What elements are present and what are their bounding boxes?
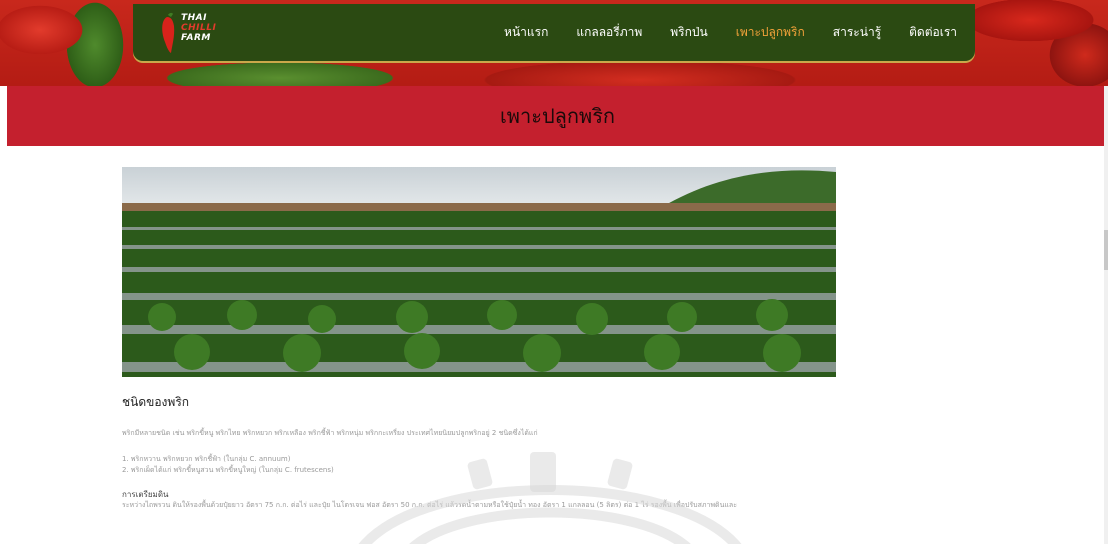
nav-contact[interactable]: ติดต่อเรา	[909, 23, 957, 41]
site-logo[interactable]: THAI CHILLI FARM	[159, 10, 239, 56]
page-scrollbar[interactable]	[1104, 86, 1108, 544]
nav-planting[interactable]: เพาะปลูกพริก	[736, 23, 805, 41]
main-menu: หน้าแรก แกลลอรี่ภาพ พริกป่น เพาะปลูกพริก…	[476, 23, 957, 41]
intro-paragraph: พริกมีหลายชนิด เช่น พริกขี้หนู พริกไทย พ…	[122, 429, 538, 437]
chili-type-list: 1. พริกหวาน พริกหยวก พริกชี้ฟ้า (ในกลุ่ม…	[122, 454, 842, 476]
chili-icon	[162, 12, 175, 53]
content-section: ชนิดของพริก พริกมีหลายชนิด เช่น พริกขี้ห…	[122, 393, 842, 510]
page-title: เพาะปลูกพริก	[499, 104, 616, 128]
logo-line-3: FARM	[181, 33, 211, 43]
chili-field-photo	[122, 167, 836, 377]
nav-knowledge[interactable]: สาระน่ารู้	[833, 23, 881, 41]
list-item: 1. พริกหวาน พริกหยวก พริกชี้ฟ้า (ในกลุ่ม…	[122, 455, 291, 463]
logo-line-2: CHILLI	[181, 23, 217, 33]
soil-prep-heading: การเตรียมดิน	[122, 490, 169, 499]
logo-line-1: THAI	[181, 13, 207, 23]
nav-chili-powder[interactable]: พริกป่น	[670, 23, 707, 41]
page-title-band: เพาะปลูกพริก	[7, 86, 1108, 146]
list-item: 2. พริกเผ็ดได้แก่ พริกขี้หนูสวน พริกขี้ห…	[122, 466, 334, 474]
scrollbar-thumb[interactable]	[1104, 230, 1108, 270]
section-heading: ชนิดของพริก	[122, 395, 190, 409]
soil-prep-paragraph: ระหว่างไถพรวน ดินให้รองพื้นด้วยปุ๋ยยาว อ…	[122, 501, 737, 509]
nav-home[interactable]: หน้าแรก	[504, 23, 548, 41]
nav-gallery[interactable]: แกลลอรี่ภาพ	[576, 23, 642, 41]
navbar: THAI CHILLI FARM หน้าแรก แกลลอรี่ภาพ พริ…	[133, 4, 975, 61]
